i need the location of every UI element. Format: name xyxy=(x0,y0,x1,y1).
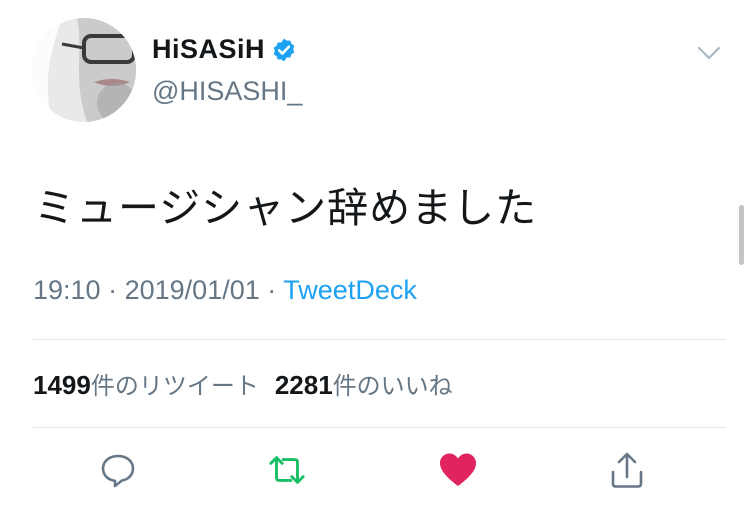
retweet-button[interactable] xyxy=(267,450,307,490)
chevron-down-icon[interactable] xyxy=(696,44,722,62)
verified-badge-icon xyxy=(273,38,295,61)
divider xyxy=(33,339,726,340)
avatar-image xyxy=(32,18,136,122)
like-button[interactable] xyxy=(438,450,478,490)
reply-icon xyxy=(101,454,135,488)
tweet-date[interactable]: 2019/01/01 xyxy=(125,275,260,305)
tweet-source-link[interactable]: TweetDeck xyxy=(283,275,417,305)
tweet-stats: 1499件のリツイート 2281件のいいね xyxy=(33,366,453,401)
tweet-detail: HiSASiH @HISASHI_ ミュージシャン辞めました 19:10 · 2… xyxy=(0,0,750,507)
likes-count: 2281 xyxy=(274,370,333,400)
share-button[interactable] xyxy=(607,450,647,490)
heart-icon xyxy=(440,453,476,486)
scrollbar[interactable] xyxy=(739,205,744,265)
avatar[interactable] xyxy=(32,18,136,122)
likes-label: 件のいいね xyxy=(332,372,453,400)
divider xyxy=(33,427,726,428)
tweet-text: ミュージシャン辞めました xyxy=(34,184,538,232)
retweets-label: 件のリツイート xyxy=(90,372,259,400)
meta-separator: · xyxy=(267,275,277,305)
retweets-count: 1499 xyxy=(33,370,91,400)
retweet-icon xyxy=(269,456,305,484)
tweet-time: 19:10 xyxy=(33,275,101,305)
display-name-text: HiSASiH xyxy=(152,34,266,64)
meta-separator: · xyxy=(108,275,118,305)
display-name[interactable]: HiSASiH xyxy=(152,34,297,65)
tweet-meta: 19:10 · 2019/01/01 · TweetDeck xyxy=(33,275,417,306)
retweets-stat[interactable]: 1499件のリツイート xyxy=(33,370,259,400)
likes-stat[interactable]: 2281件のいいね xyxy=(274,370,453,400)
user-handle[interactable]: @HISASHI_ xyxy=(152,76,302,107)
share-icon xyxy=(611,452,643,488)
reply-button[interactable] xyxy=(98,450,138,490)
